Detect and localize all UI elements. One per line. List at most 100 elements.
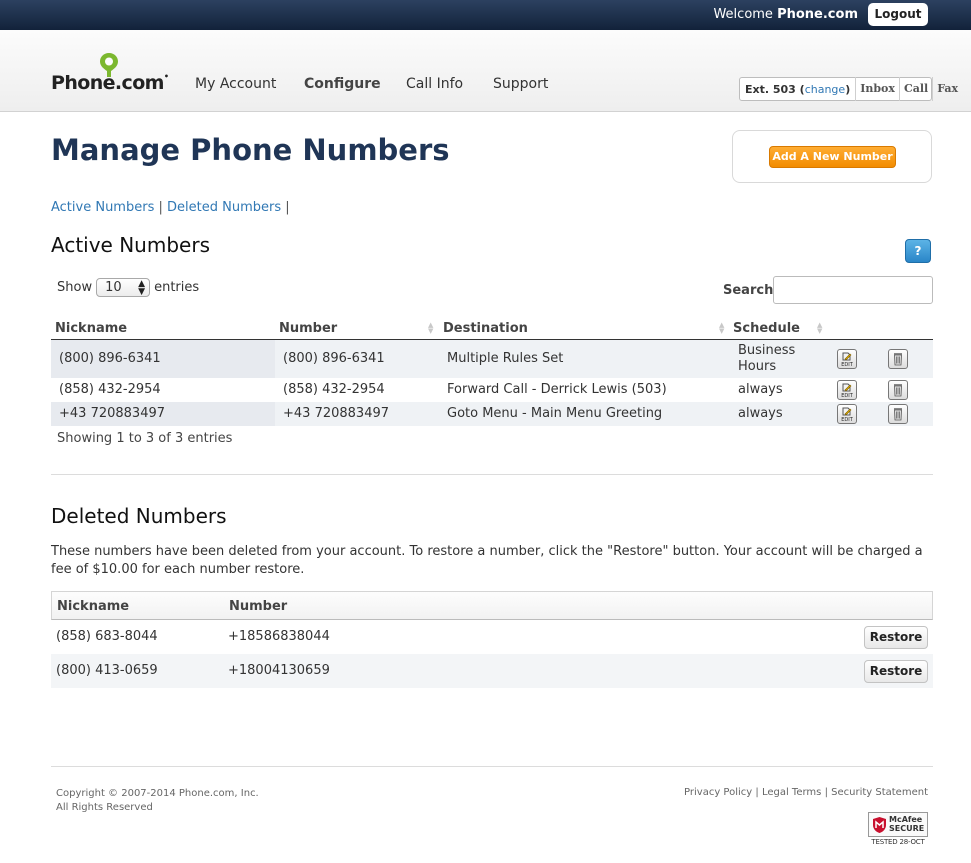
svg-text:EDIT: EDIT [841, 362, 853, 368]
edit-icon[interactable]: EDIT [837, 349, 857, 369]
select-arrows-icon: ▲ ▼ [138, 279, 146, 297]
row-number: +18004130659 [228, 663, 330, 678]
svg-text:EDIT: EDIT [841, 393, 853, 399]
row-destination: Goto Menu - Main Menu Greeting [447, 406, 663, 421]
row-nickname: (800) 896-6341 [59, 351, 161, 366]
deleted-description: These numbers have been deleted from you… [51, 544, 923, 577]
nav-my-account[interactable]: My Account [195, 76, 276, 92]
add-new-number-button[interactable]: Add A New Number [769, 146, 896, 168]
footer-separator: | [755, 787, 759, 798]
help-button[interactable]: ? [905, 239, 931, 263]
search-label: Search: [723, 283, 779, 298]
table-row: (800) 896-6341 (800) 896-6341 Multiple R… [51, 340, 933, 378]
row-destination: Multiple Rules Set [447, 351, 564, 366]
mcafee-text: McAfee SECURE [889, 815, 924, 833]
deleted-table-header: Nickname Number [51, 591, 933, 620]
column-header-number: Number [229, 599, 288, 614]
extension-label: Ext. 503 (change) [745, 82, 851, 96]
copyright: Copyright © 2007-2014 Phone.com, Inc. Al… [56, 787, 259, 815]
page-size-select[interactable]: 10 ▲ ▼ [96, 278, 151, 297]
subnav-separator: | [158, 200, 163, 215]
sort-icon: ▲ ▼ [719, 321, 725, 335]
add-number-panel: Add A New Number [732, 130, 932, 183]
svg-text:EDIT: EDIT [841, 417, 853, 423]
edit-icon[interactable]: EDIT [837, 404, 857, 424]
row-destination: Forward Call - Derrick Lewis (503) [447, 382, 667, 397]
top-bar: Welcome Phone.com Logout [0, 0, 971, 30]
deleted-numbers-title: Deleted Numbers [51, 504, 227, 528]
privacy-policy-link[interactable]: Privacy Policy [684, 787, 752, 798]
extension-number: Ext. 503 [745, 82, 796, 96]
restore-button[interactable]: Restore [864, 660, 928, 683]
row-number: +18586838044 [228, 629, 330, 644]
footer-separator: | [824, 787, 828, 798]
welcome-prefix: Welcome [713, 7, 773, 22]
trash-icon[interactable] [888, 349, 908, 369]
trash-icon[interactable] [888, 404, 908, 424]
entries-label: entries [154, 280, 200, 295]
extension-box: Ext. 503 (change) Inbox Call Fax [739, 77, 958, 101]
row-nickname: (858) 683-8044 [56, 629, 158, 644]
table-row: (800) 413-0659 +18004130659 Restore [51, 654, 933, 688]
mcafee-badge-box: McAfee SECURE [868, 812, 928, 837]
inbox-link[interactable]: Inbox [855, 77, 899, 101]
deleted-numbers-link[interactable]: Deleted Numbers [167, 200, 281, 215]
sort-icon: ▲ ▼ [428, 321, 434, 335]
row-number: (800) 896-6341 [283, 351, 385, 366]
nav-call-info[interactable]: Call Info [406, 76, 463, 92]
logo-text: Phone.com• [51, 72, 169, 94]
edit-icon[interactable]: EDIT [837, 380, 857, 400]
logo-wordmark: Phone.com [51, 72, 164, 94]
footer-links: Privacy Policy | Legal Terms | Security … [684, 787, 928, 798]
mcafee-shield-icon [873, 817, 886, 833]
row-nickname: (800) 413-0659 [56, 663, 158, 678]
fax-link[interactable]: Fax [932, 77, 962, 101]
mcafee-secure-badge[interactable]: McAfee SECURE TESTED 28-OCT [868, 812, 928, 850]
row-nickname: +43 720883497 [59, 406, 166, 421]
call-link[interactable]: Call [898, 77, 932, 101]
copyright-line: Copyright © 2007-2014 Phone.com, Inc. [56, 788, 259, 799]
schedule-line: Hours [738, 359, 777, 374]
subnav-separator: | [285, 200, 290, 215]
row-schedule: Business Hours [738, 343, 795, 375]
active-numbers-link[interactable]: Active Numbers [51, 200, 154, 215]
logout-button[interactable]: Logout [868, 3, 928, 26]
row-nickname: (858) 432-2954 [59, 382, 161, 397]
page-title: Manage Phone Numbers [51, 133, 450, 167]
column-header-nickname[interactable]: Nickname [55, 321, 127, 336]
mcafee-line: SECURE [889, 824, 925, 833]
sort-icon: ▲ ▼ [817, 321, 823, 335]
row-schedule: always [738, 382, 783, 397]
table-info: Showing 1 to 3 of 3 entries [57, 431, 233, 446]
row-number: (858) 432-2954 [283, 382, 385, 397]
footer-divider [51, 766, 933, 767]
welcome-name: Phone.com [777, 7, 858, 22]
rights-line: All Rights Reserved [56, 802, 153, 813]
search-input[interactable] [773, 276, 933, 304]
page-size-control: Show 10 ▲ ▼ entries [57, 278, 199, 297]
column-header-schedule[interactable]: Schedule [733, 321, 800, 336]
nav-configure[interactable]: Configure [304, 76, 381, 92]
row-schedule: always [738, 406, 783, 421]
phone-com-logo[interactable]: Phone.com• [51, 52, 169, 96]
logo-mark: • [163, 72, 169, 81]
page-size-value: 10 [105, 280, 122, 295]
column-header-destination[interactable]: Destination [443, 321, 528, 336]
change-extension-link[interactable]: change [805, 83, 845, 96]
active-numbers-title: Active Numbers [51, 233, 210, 257]
security-statement-link[interactable]: Security Statement [831, 787, 928, 798]
site-header: Phone.com• My Account Configure Call Inf… [0, 30, 971, 112]
table-row: (858) 683-8044 +18586838044 Restore [51, 620, 933, 654]
column-header-nickname: Nickname [57, 599, 130, 614]
schedule-line: Business [738, 343, 796, 358]
table-row: +43 720883497 +43 720883497 Goto Menu - … [51, 402, 933, 426]
table-row: (858) 432-2954 (858) 432-2954 Forward Ca… [51, 378, 933, 402]
legal-terms-link[interactable]: Legal Terms [762, 787, 821, 798]
trash-icon[interactable] [888, 380, 908, 400]
row-number: +43 720883497 [283, 406, 390, 421]
column-header-number[interactable]: Number [279, 321, 337, 336]
nav-support[interactable]: Support [493, 76, 548, 92]
mcafee-line: McAfee [889, 815, 923, 824]
restore-button[interactable]: Restore [864, 626, 928, 649]
mcafee-tested-date: TESTED 28-OCT [871, 838, 925, 846]
